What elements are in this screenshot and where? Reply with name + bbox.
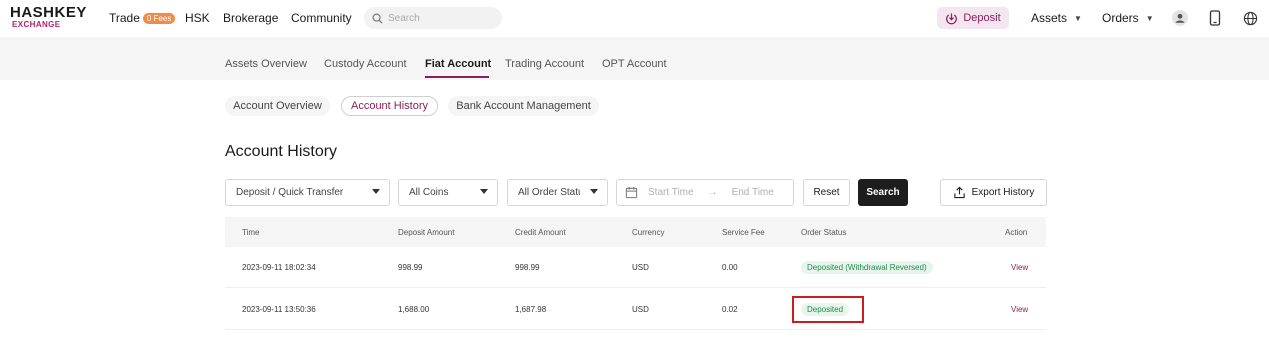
nav-brokerage[interactable]: Brokerage	[223, 11, 278, 25]
order-status-select-value: All Order Status	[518, 187, 580, 198]
search-button[interactable]: Search	[858, 179, 908, 206]
orders-label: Orders	[1102, 11, 1139, 25]
calendar-icon	[625, 186, 638, 199]
date-range-picker[interactable]: Start Time → End Time	[616, 179, 794, 206]
language-globe-icon[interactable]	[1241, 9, 1259, 27]
assets-dropdown[interactable]: Assets ▼	[1031, 11, 1082, 25]
deposit-button[interactable]: Deposit	[937, 7, 1009, 29]
logo-subtext: EXCHANGE	[12, 20, 61, 29]
col-currency: Currency	[632, 228, 665, 237]
tab-custody-account[interactable]: Custody Account	[324, 58, 407, 70]
col-credit-amount: Credit Amount	[515, 228, 566, 237]
search-icon	[372, 13, 383, 24]
active-tab-indicator	[425, 76, 489, 78]
type-select[interactable]: Deposit / Quick Transfer	[225, 179, 390, 206]
coin-select[interactable]: All Coins	[398, 179, 498, 206]
dropdown-arrow-icon	[590, 189, 598, 194]
highlight-box	[792, 296, 864, 323]
cell-deposit-amount: 1,688.00	[398, 305, 430, 314]
caret-down-icon: ▼	[1074, 14, 1082, 23]
nav-community[interactable]: Community	[291, 11, 352, 25]
nav-trade-label: Trade	[109, 11, 140, 25]
hashkey-logo[interactable]: HASHKEY EXCHANGE	[10, 4, 87, 31]
table-row: 2023-09-11 13:50:36 1,688.00 1,687.98 US…	[225, 289, 1046, 330]
col-deposit-amount: Deposit Amount	[398, 228, 455, 237]
range-arrow-icon: →	[707, 187, 718, 198]
tab-fiat-account[interactable]: Fiat Account	[425, 58, 491, 70]
view-link[interactable]: View	[1011, 263, 1028, 272]
mobile-app-icon[interactable]	[1206, 9, 1224, 27]
col-service-fee: Service Fee	[722, 228, 765, 237]
col-action: Action	[1005, 228, 1028, 237]
export-history-label: Export History	[971, 187, 1035, 198]
cell-currency: USD	[632, 305, 649, 314]
cell-service-fee: 0.00	[722, 263, 738, 272]
cell-deposit-amount: 998.99	[398, 263, 423, 272]
top-navbar: HASHKEY EXCHANGE Trade 0 Fees HSK Brokera…	[0, 0, 1269, 37]
cell-currency: USD	[632, 263, 649, 272]
start-time-field[interactable]: Start Time	[648, 187, 694, 198]
cell-order-status: Deposited (Withdrawal Reversed)	[801, 261, 933, 274]
reset-button[interactable]: Reset	[803, 179, 850, 206]
tab-trading-account[interactable]: Trading Account	[505, 58, 584, 70]
view-link[interactable]: View	[1011, 305, 1028, 314]
end-time-field[interactable]: End Time	[732, 187, 774, 198]
pill-bank-account-management[interactable]: Bank Account Management	[448, 96, 599, 116]
pill-account-history[interactable]: Account History	[341, 96, 438, 116]
export-icon	[953, 186, 965, 199]
logo-text: HASHKEY	[10, 4, 87, 21]
tab-assets-overview[interactable]: Assets Overview	[225, 58, 307, 70]
user-avatar-icon[interactable]	[1171, 9, 1189, 27]
orders-dropdown[interactable]: Orders ▼	[1102, 11, 1154, 25]
cell-service-fee: 0.02	[722, 305, 738, 314]
dropdown-arrow-icon	[480, 189, 488, 194]
cell-time: 2023-09-11 18:02:34	[242, 263, 316, 272]
zero-fees-badge: 0 Fees	[142, 13, 176, 24]
search-input[interactable]	[388, 12, 488, 24]
caret-down-icon: ▼	[1145, 14, 1154, 23]
assets-label: Assets	[1031, 11, 1068, 25]
pill-account-overview[interactable]: Account Overview	[225, 96, 330, 116]
export-history-button[interactable]: Export History	[940, 179, 1047, 206]
type-select-value: Deposit / Quick Transfer	[236, 187, 344, 198]
tab-opt-account[interactable]: OPT Account	[602, 58, 667, 70]
table-header: Time Deposit Amount Credit Amount Curren…	[225, 217, 1046, 247]
status-badge: Deposited (Withdrawal Reversed)	[801, 261, 933, 274]
deposit-icon	[946, 12, 958, 24]
deposit-label: Deposit	[963, 12, 1001, 24]
global-search[interactable]	[364, 7, 502, 29]
nav-trade[interactable]: Trade 0 Fees	[109, 11, 176, 25]
cell-credit-amount: 998.99	[515, 263, 540, 272]
cell-time: 2023-09-11 13:50:36	[242, 305, 316, 314]
cell-credit-amount: 1,687.98	[515, 305, 547, 314]
page-title: Account History	[225, 143, 338, 160]
col-order-status: Order Status	[801, 228, 847, 237]
nav-hsk[interactable]: HSK	[185, 11, 210, 25]
col-time: Time	[242, 228, 260, 237]
dropdown-arrow-icon	[372, 189, 380, 194]
coin-select-value: All Coins	[409, 187, 449, 198]
table-row: 2023-09-11 18:02:34 998.99 998.99 USD 0.…	[225, 247, 1046, 288]
order-status-select[interactable]: All Order Status	[507, 179, 608, 206]
